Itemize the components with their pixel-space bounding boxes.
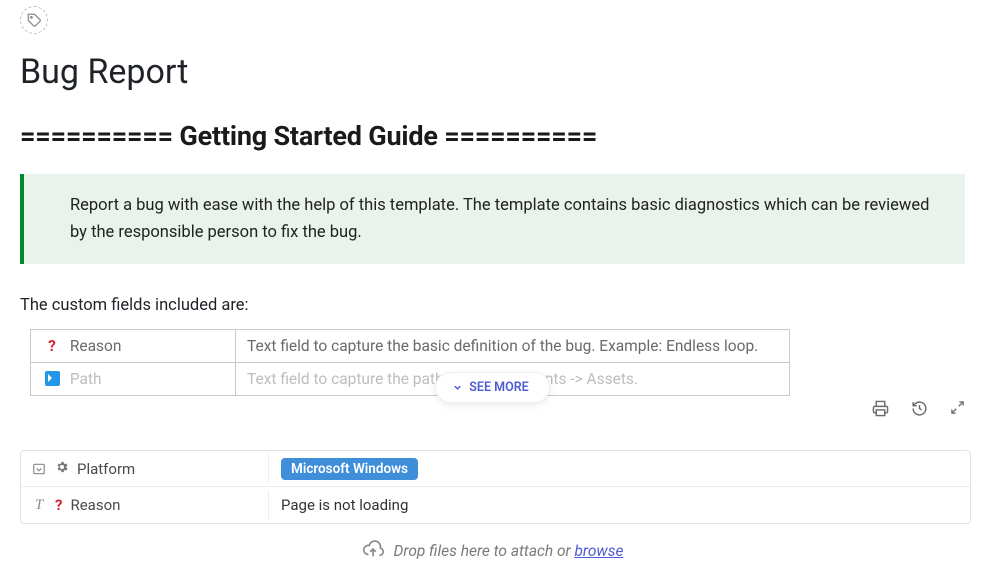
field-row-reason[interactable]: T ? Reason Page is not loading: [21, 487, 970, 523]
guide-row-label: Path: [70, 370, 102, 388]
guide-callout: Report a bug with ease with the help of …: [20, 174, 965, 264]
guide-row-desc: Text field to capture the basic definiti…: [236, 330, 790, 363]
path-icon: [42, 370, 62, 388]
attachment-dropzone[interactable]: Drop files here to attach or browse: [0, 530, 985, 572]
chevron-down-icon: [452, 382, 463, 393]
question-icon: ?: [42, 337, 62, 355]
see-more-button[interactable]: SEE MORE: [435, 372, 549, 403]
field-row-platform[interactable]: Platform Microsoft Windows: [21, 451, 970, 487]
guide-intro: The custom fields included are:: [20, 296, 965, 315]
table-row: ? Reason Text field to capture the basic…: [31, 330, 790, 363]
page-title: Bug Report: [20, 52, 965, 92]
cloud-upload-icon: [362, 538, 384, 564]
action-bar: [872, 400, 965, 417]
add-tag-button[interactable]: [20, 6, 48, 34]
print-button[interactable]: [872, 400, 889, 417]
question-icon: ?: [55, 496, 62, 514]
guide-table: ? Reason Text field to capture the basic…: [30, 329, 790, 396]
tag-icon: [27, 13, 42, 28]
dropzone-text: Drop files here to attach or: [394, 542, 575, 560]
field-value: Page is not loading: [269, 490, 970, 520]
field-name: Reason: [70, 496, 120, 514]
guide-row-label: Reason: [70, 337, 122, 355]
see-more-label: SEE MORE: [469, 380, 528, 395]
history-icon: [911, 400, 928, 417]
custom-fields-panel: Platform Microsoft Windows T ? Reason Pa…: [20, 450, 971, 524]
field-name: Platform: [77, 460, 135, 478]
expand-icon: [950, 400, 965, 415]
text-type-icon: T: [31, 497, 47, 514]
select-type-icon: [31, 462, 47, 476]
platform-badge[interactable]: Microsoft Windows: [281, 458, 418, 480]
table-row: Path Text field to capture the path PC -…: [31, 363, 790, 396]
guide-heading: ========== Getting Started Guide =======…: [20, 120, 965, 152]
history-button[interactable]: [911, 400, 928, 417]
gear-icon: [55, 460, 69, 478]
browse-link[interactable]: browse: [574, 542, 623, 560]
printer-icon: [872, 400, 889, 417]
expand-button[interactable]: [950, 400, 965, 417]
